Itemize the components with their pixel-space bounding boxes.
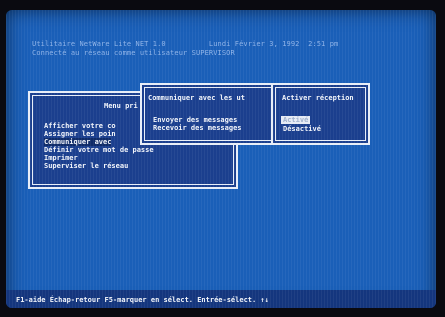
option-desactive[interactable]: Désactivé [283,125,321,133]
status-bar: F1-aide Échap-retour F5-marquer en sélec… [6,290,436,308]
option-active[interactable]: Activé [281,116,311,124]
main-menu-title: Menu pri [104,102,138,110]
reception-menu-window: Activer réception Activé Désactivé [271,83,370,145]
option-active-label: Activé [281,116,311,124]
menu-item-definir-mot-de-passe[interactable]: Définir votre mot de passe [44,146,154,154]
communicate-menu-window: Communiquer avec les ut Envoyer des mess… [140,83,276,145]
menu-item-superviser-reseau[interactable]: Superviser le réseau [44,162,128,170]
header-title-line: Utilitaire NetWare Lite NET 1.0 Lundi Fé… [32,40,339,48]
menu-item-envoyer-messages[interactable]: Envoyer des messages [153,116,237,124]
terminal-screen: Utilitaire NetWare Lite NET 1.0 Lundi Fé… [6,10,436,308]
menu-item-assigner[interactable]: Assigner les poin [44,130,116,138]
menu-item-imprimer[interactable]: Imprimer [44,154,78,162]
menu-item-afficher[interactable]: Afficher votre co [44,122,116,130]
header-connection-line: Connecté au réseau comme utilisateur SUP… [32,49,235,57]
reception-menu-title: Activer réception [282,94,354,102]
menu-item-communiquer[interactable]: Communiquer avec [44,138,112,146]
menu-item-recevoir-messages[interactable]: Recevoir des messages [153,124,242,132]
communicate-menu-title: Communiquer avec les ut [148,94,245,102]
status-bar-text: F1-aide Échap-retour F5-marquer en sélec… [16,296,269,304]
